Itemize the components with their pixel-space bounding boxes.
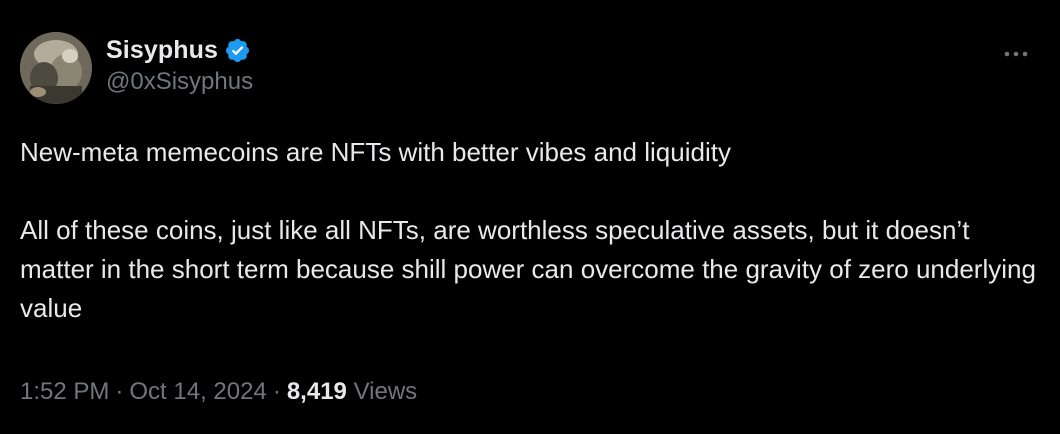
views-count: 8,419 (286, 378, 347, 405)
avatar-image (20, 32, 92, 104)
separator: · (272, 378, 281, 405)
verified-badge-icon[interactable] (224, 37, 251, 64)
separator: · (115, 378, 124, 405)
views-label: Views (353, 378, 418, 405)
handle[interactable]: @0xSisyphus (106, 68, 253, 96)
tweet-text: New-meta memecoins are NFTs with better … (20, 133, 1040, 328)
tweet-header: Sisyphus @0xSisyphus (20, 30, 1040, 110)
tweet-card: Sisyphus @0xSisyphus New-meta memecoins … (0, 0, 1060, 434)
tweet-time[interactable]: 1:52 PM (20, 378, 109, 405)
display-name[interactable]: Sisyphus (106, 36, 218, 65)
name-row: Sisyphus (106, 34, 253, 66)
tweet-meta: 1:52 PM · Oct 14, 2024 · 8,419 Views (20, 378, 417, 406)
tweet-date[interactable]: Oct 14, 2024 (129, 378, 266, 405)
tweet-paragraph-2: All of these coins, just like all NFTs, … (20, 215, 1036, 323)
more-horizontal-icon[interactable] (1000, 42, 1032, 66)
author-info: Sisyphus @0xSisyphus (106, 34, 253, 96)
tweet-paragraph-1: New-meta memecoins are NFTs with better … (20, 137, 731, 167)
avatar[interactable] (20, 32, 92, 104)
